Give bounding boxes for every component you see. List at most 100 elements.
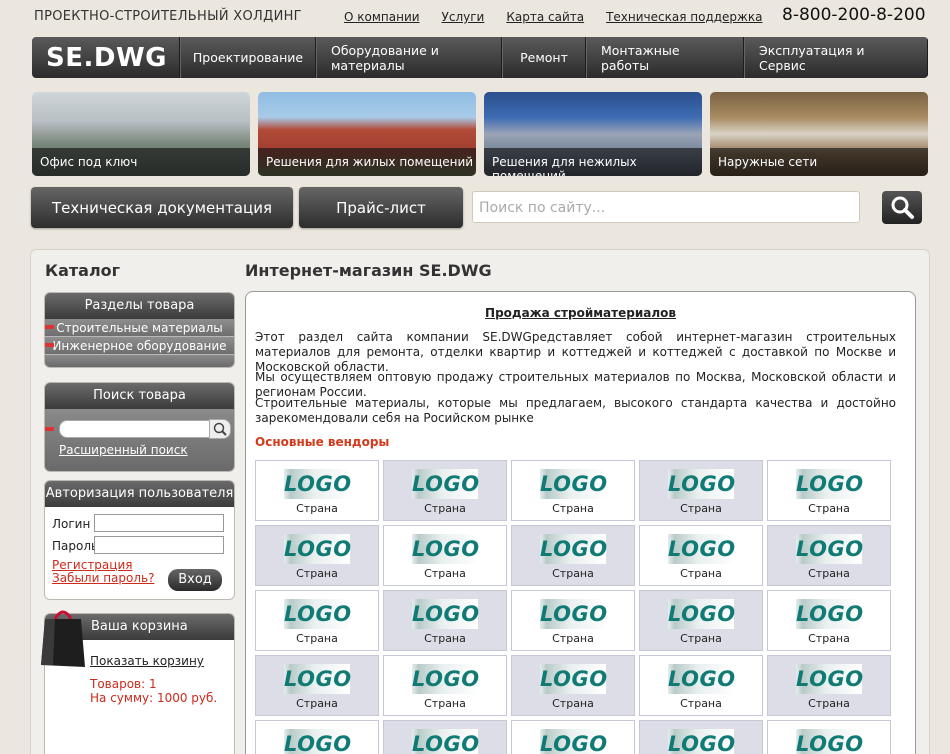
- vendor-logo: LOGO: [412, 534, 479, 564]
- content-heading: Продажа стройматериалов: [485, 306, 676, 320]
- nav-installation[interactable]: Монтажные работы: [586, 37, 744, 78]
- shopping-bag-icon: [41, 610, 85, 667]
- tile-external-networks[interactable]: Наружные сети: [710, 92, 928, 176]
- bullet-mark: [45, 427, 54, 431]
- product-search-input[interactable]: [59, 420, 210, 438]
- vendor-logo: LOGO: [284, 664, 351, 694]
- vendor-card[interactable]: LOGO Страна: [767, 460, 891, 521]
- vendor-country: Страна: [808, 697, 850, 710]
- vendor-country: Страна: [296, 697, 338, 710]
- vendor-logo: LOGO: [540, 469, 607, 499]
- top-bar: ПРОЕКТНО-СТРОИТЕЛЬНЫЙ ХОЛДИНГ О компании…: [0, 0, 950, 34]
- search-icon: [213, 422, 227, 436]
- link-sitemap[interactable]: Карта сайта: [506, 10, 584, 24]
- vendor-logo: LOGO: [412, 469, 479, 499]
- vendor-card[interactable]: LOGOСтрана: [511, 655, 635, 716]
- vendor-card[interactable]: LOGOСтрана: [383, 525, 507, 586]
- nav-design[interactable]: Проектирование: [180, 37, 316, 78]
- auth-form: Логин Пароль Регистрация Забыли пароль? …: [45, 507, 234, 599]
- vendor-logo: LOGO: [796, 664, 863, 694]
- forgot-password-link[interactable]: Забыли пароль?: [52, 571, 154, 585]
- vendor-logo: LOGO: [668, 664, 735, 694]
- vendor-logo: LOGO: [668, 599, 735, 629]
- vendor-logo: LOGO: [668, 469, 735, 499]
- vendor-logo: LOGO: [668, 729, 735, 754]
- vendor-card[interactable]: LOGOСтрана: [383, 460, 507, 521]
- site-search-button[interactable]: [882, 191, 922, 224]
- link-support[interactable]: Техническая поддержка: [606, 10, 762, 24]
- login-button[interactable]: Вход: [168, 569, 222, 591]
- nav-service[interactable]: Эксплуатация и Сервис: [744, 37, 928, 78]
- vendor-country: Страна: [296, 632, 338, 645]
- vendor-grid: LOGO Страна LOGO Страна LOGO Страна LOGO Страна…: [255, 460, 897, 754]
- main-nav: SE.DWG Проектирование Оборудование и мат…: [32, 37, 928, 78]
- bullet-mark: [45, 343, 54, 347]
- vendor-card[interactable]: LOGOСтрана: [511, 590, 635, 651]
- link-about[interactable]: О компании: [344, 10, 420, 24]
- vendor-card[interactable]: LOGOСтрана: [767, 720, 891, 754]
- vendor-logo: LOGO: [284, 599, 351, 629]
- vendor-country: Страна: [296, 567, 338, 580]
- vendor-card[interactable]: LOGOСтрана: [255, 460, 379, 521]
- vendor-logo: LOGO: [668, 534, 735, 564]
- vendor-card[interactable]: LOGOСтрана: [255, 525, 379, 586]
- vendor-card[interactable]: LOGO Страна: [255, 590, 379, 651]
- section-engineering-equipment[interactable]: Инженерное оборудование: [45, 337, 234, 355]
- nav-equipment[interactable]: Оборудование и материалы: [316, 37, 502, 78]
- password-input[interactable]: [94, 536, 224, 554]
- vendor-logo: LOGO: [796, 469, 863, 499]
- vendor-logo: LOGO: [412, 729, 479, 754]
- tile-office[interactable]: Офис под ключ: [32, 92, 250, 176]
- vendor-card[interactable]: LOGOСтрана: [639, 460, 763, 521]
- login-label: Логин: [52, 517, 91, 531]
- vendor-country: Страна: [296, 502, 338, 515]
- vendor-country: Страна: [808, 632, 850, 645]
- nav-repair[interactable]: Ремонт: [502, 37, 586, 78]
- vendor-card[interactable]: LOGOСтрана: [511, 720, 635, 754]
- vendor-country: Страна: [552, 567, 594, 580]
- vendor-card[interactable]: LOGOСтрана: [383, 655, 507, 716]
- tile-residential[interactable]: Решения для жилых помещений: [258, 92, 476, 176]
- vendor-card[interactable]: LOGOСтрана: [511, 525, 635, 586]
- vendor-country: Страна: [680, 632, 722, 645]
- page-title: Интернет-магазин SE.DWG: [245, 261, 492, 280]
- vendor-country: Страна: [680, 697, 722, 710]
- site-logo[interactable]: SE.DWG: [32, 37, 180, 78]
- vendor-card[interactable]: LOGO Страна: [639, 655, 763, 716]
- product-search-button[interactable]: [209, 419, 231, 439]
- vendor-card[interactable]: LOGOСтрана: [255, 720, 379, 754]
- link-services[interactable]: Услуги: [442, 10, 485, 24]
- vendor-card[interactable]: LOGO Страна: [255, 655, 379, 716]
- tech-docs-button[interactable]: Техническая документация: [31, 187, 293, 228]
- vendor-card[interactable]: LOGO Страна: [511, 460, 635, 521]
- vendor-card[interactable]: LOGOСтрана: [767, 525, 891, 586]
- vendor-card[interactable]: LOGO Страна: [639, 590, 763, 651]
- vendor-card[interactable]: LOGOСтрана: [639, 720, 763, 754]
- vendor-card[interactable]: LOGO Страна: [767, 655, 891, 716]
- show-cart-link[interactable]: Показать корзину: [90, 654, 204, 668]
- vendor-logo: LOGO: [540, 664, 607, 694]
- auth-title: Авторизация пользователя: [45, 481, 234, 507]
- product-search-title: Поиск товара: [45, 383, 234, 409]
- advanced-search-link[interactable]: Расширенный поиск: [59, 443, 188, 457]
- login-input[interactable]: [94, 514, 224, 532]
- search-icon: [891, 196, 914, 219]
- tile-label: Решения для жилых помещений: [258, 148, 476, 176]
- vendor-card[interactable]: LOGOСтрана: [767, 590, 891, 651]
- vendors-title: Основные вендоры: [255, 435, 390, 449]
- section-building-materials[interactable]: Строительные материалы: [45, 319, 234, 337]
- vendor-card[interactable]: LOGOСтрана: [383, 590, 507, 651]
- vendor-logo: LOGO: [540, 599, 607, 629]
- vendor-card[interactable]: LOGOСтрана: [383, 720, 507, 754]
- register-link[interactable]: Регистрация: [52, 558, 132, 572]
- price-list-button[interactable]: Прайс-лист: [299, 187, 463, 228]
- vendor-country: Страна: [808, 502, 850, 515]
- tile-label: Решения для нежилых помещений: [484, 148, 702, 176]
- vendor-country: Страна: [680, 567, 722, 580]
- vendor-card[interactable]: LOGO Страна: [639, 525, 763, 586]
- vendor-country: Страна: [552, 502, 594, 515]
- tile-nonresidential[interactable]: Решения для нежилых помещений: [484, 92, 702, 176]
- site-search-input[interactable]: Поиск по сайту...: [472, 191, 860, 223]
- password-label: Пароль: [52, 539, 99, 553]
- tile-label: Наружные сети: [710, 148, 928, 176]
